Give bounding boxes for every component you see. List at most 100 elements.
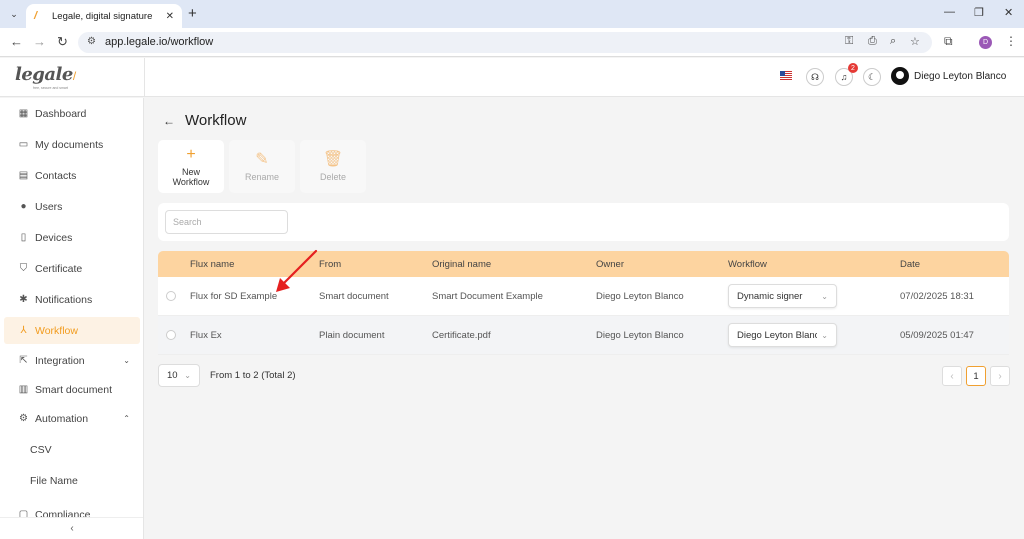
search-input[interactable] xyxy=(165,210,288,234)
chevron-left-icon: ‹ xyxy=(70,523,74,534)
row-select-radio[interactable] xyxy=(166,330,176,340)
tab-close-icon[interactable]: ✕ xyxy=(166,11,174,22)
row-select-radio[interactable] xyxy=(166,291,176,301)
column-header-flux-name[interactable]: Flux name xyxy=(190,259,234,270)
workflow-select[interactable]: Diego Leyton Blanc... ⌄ xyxy=(728,323,837,347)
delete-button[interactable]: 🗑 Delete xyxy=(300,140,366,193)
legale-logo[interactable]: legale/ free, secure and smart xyxy=(15,64,77,90)
cell-owner: Diego Leyton Blanco xyxy=(596,291,684,302)
minimize-icon[interactable]: — xyxy=(944,6,955,18)
bookmark-star-icon[interactable]: ☆ xyxy=(910,35,920,48)
tab-search-icon[interactable]: ⌄ xyxy=(6,6,22,22)
sidebar-item-users[interactable]: ● Users xyxy=(4,193,140,220)
rename-button[interactable]: ✎ Rename xyxy=(229,140,295,193)
profile-avatar[interactable]: D xyxy=(979,36,992,49)
chevron-left-icon: ‹ xyxy=(950,370,954,382)
rename-label: Rename xyxy=(244,171,280,182)
dashboard-icon: ▦ xyxy=(18,108,29,119)
gear-icon: ⚙ xyxy=(19,413,28,424)
sidebar-item-notifications[interactable]: ✱ Notifications xyxy=(4,286,140,313)
sidebar-item-label: Dashboard xyxy=(35,107,87,120)
page-header: ← Workflow xyxy=(163,112,246,129)
column-header-owner[interactable]: Owner xyxy=(596,259,624,270)
password-key-icon[interactable]: ⚿ xyxy=(845,35,853,48)
page-size-select[interactable]: 10 ⌄ xyxy=(158,364,200,387)
workflow-select-value: Dynamic signer xyxy=(737,290,803,302)
new-workflow-button[interactable]: + New Workflow xyxy=(158,140,224,193)
chevron-down-icon: ⌄ xyxy=(123,356,130,365)
notification-badge: 2 xyxy=(848,63,858,73)
support-icon[interactable]: ☊ xyxy=(806,68,824,86)
url-text[interactable]: app.legale.io/workflow xyxy=(105,36,213,48)
sidebar-item-label: CSV xyxy=(30,443,52,456)
column-header-from[interactable]: From xyxy=(319,259,341,270)
us-flag-icon[interactable] xyxy=(780,71,792,80)
column-header-date[interactable]: Date xyxy=(900,259,920,270)
sidebar-item-contacts[interactable]: ▤ Contacts xyxy=(4,162,140,189)
zoom-icon[interactable]: ⌕ xyxy=(890,35,896,48)
cell-date: 07/02/2025 18:31 xyxy=(900,291,974,302)
site-info-icon[interactable]: ⚙ xyxy=(87,36,96,47)
extensions-icon[interactable]: ⧉ xyxy=(944,34,953,49)
sidebar-collapse-button[interactable]: ‹ xyxy=(0,517,143,539)
table-row[interactable]: Flux for SD Example Smart document Smart… xyxy=(158,277,1009,316)
user-avatar[interactable] xyxy=(891,67,909,85)
back-arrow-icon[interactable]: ← xyxy=(163,114,175,128)
table-row[interactable]: Flux Ex Plain document Certificate.pdf D… xyxy=(158,316,1009,355)
sidebar-item-integration[interactable]: ⇱ Integration ⌄ xyxy=(4,347,140,374)
chevron-down-icon: ⌄ xyxy=(821,291,828,301)
external-link-icon: ⇱ xyxy=(19,355,28,366)
install-app-icon[interactable]: ⎙ xyxy=(868,35,877,48)
workflow-select-value: Diego Leyton Blanc... xyxy=(737,329,818,341)
cell-from: Smart document xyxy=(319,291,389,302)
page-title: Workflow xyxy=(185,112,247,129)
browser-tab[interactable]: / Legale, digital signature ✕ xyxy=(26,4,182,28)
table-icon: ▥ xyxy=(18,384,29,395)
reload-icon[interactable]: ↻ xyxy=(57,34,68,50)
sidebar-item-label: Integration xyxy=(35,354,85,367)
restore-icon[interactable]: ❐ xyxy=(974,6,984,19)
forward-icon[interactable]: → xyxy=(33,34,46,49)
theme-toggle-icon[interactable]: ☾ xyxy=(863,68,881,86)
omnibox[interactable]: ⚙ app.legale.io/workflow ⚿ ⎙ ⌕ ☆ xyxy=(78,32,932,53)
legale-favicon-icon: / xyxy=(34,10,38,22)
user-name[interactable]: Diego Leyton Blanco xyxy=(914,71,1006,82)
next-page-button[interactable]: › xyxy=(990,366,1010,386)
cell-date: 05/09/2025 01:47 xyxy=(900,330,974,341)
sidebar-item-workflow[interactable]: ⅄ Workflow xyxy=(4,317,140,344)
chevron-up-icon: ⌃ xyxy=(123,414,130,423)
logo-tagline: free, secure and smart xyxy=(33,86,69,90)
cell-owner: Diego Leyton Blanco xyxy=(596,330,684,341)
tab-title: Legale, digital signature xyxy=(52,10,153,22)
sidebar-item-devices[interactable]: ▯ Devices xyxy=(4,224,140,251)
window-close-icon[interactable]: ✕ xyxy=(1004,6,1013,19)
page-button-current[interactable]: 1 xyxy=(966,366,986,386)
sidebar: ▦ Dashboard ▭ My documents ▤ Contacts ● … xyxy=(0,98,144,539)
back-icon[interactable]: ← xyxy=(10,34,23,49)
logo-mark-icon: / xyxy=(72,69,77,83)
sidebar-item-my-documents[interactable]: ▭ My documents xyxy=(4,131,140,158)
cell-from: Plain document xyxy=(319,330,385,341)
user-icon: ● xyxy=(20,201,27,212)
cell-original-name: Certificate.pdf xyxy=(432,330,491,341)
sidebar-item-certificate[interactable]: ⛉ Certificate xyxy=(4,255,140,282)
sidebar-item-smart-document[interactable]: ▥ Smart document xyxy=(4,376,140,403)
browser-tab-bar: ⌄ / Legale, digital signature ✕ + — ❐ ✕ xyxy=(0,0,1024,28)
folder-icon: ▭ xyxy=(18,139,29,150)
new-workflow-label: New Workflow xyxy=(172,166,210,187)
column-header-workflow[interactable]: Workflow xyxy=(728,259,767,270)
search-card xyxy=(158,203,1009,241)
column-header-original-name[interactable]: Original name xyxy=(432,259,491,270)
contacts-icon: ▤ xyxy=(18,170,29,181)
sidebar-item-csv[interactable]: CSV xyxy=(4,436,140,463)
sidebar-item-file-name[interactable]: File Name xyxy=(4,467,140,494)
sidebar-item-label: Devices xyxy=(35,231,73,244)
browser-menu-icon[interactable]: ⋮ xyxy=(1005,34,1017,48)
new-tab-icon[interactable]: + xyxy=(188,5,197,22)
sidebar-item-automation[interactable]: ⚙ Automation ⌃ xyxy=(4,405,140,432)
prev-page-button[interactable]: ‹ xyxy=(942,366,962,386)
sidebar-item-dashboard[interactable]: ▦ Dashboard xyxy=(4,100,140,127)
logo-text: legale xyxy=(15,64,73,85)
workflow-select[interactable]: Dynamic signer ⌄ xyxy=(728,284,837,308)
shield-icon: ⛉ xyxy=(19,263,28,274)
